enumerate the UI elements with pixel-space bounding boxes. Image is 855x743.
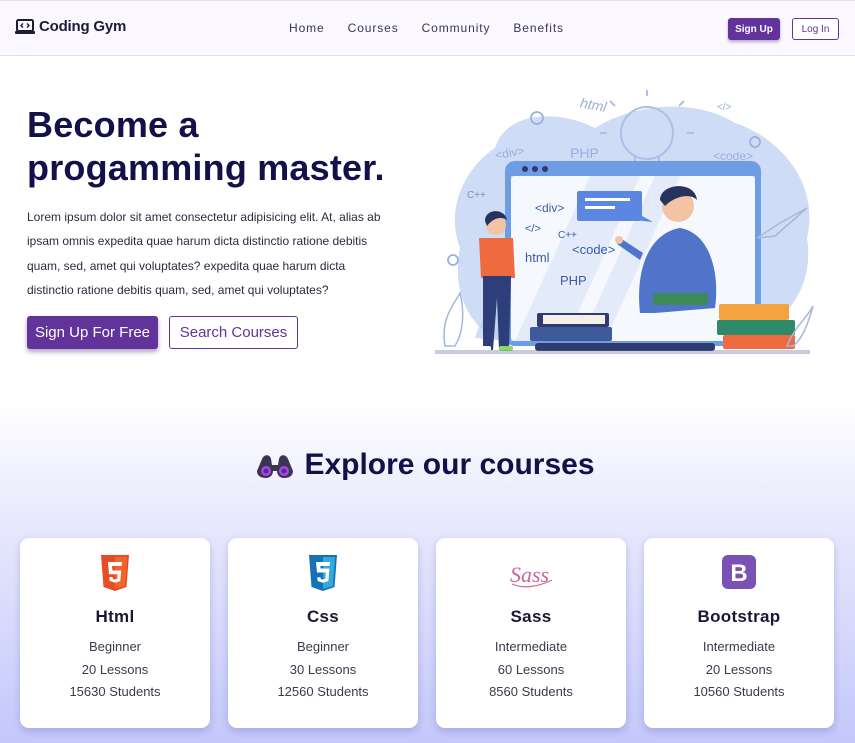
code-label: PHP bbox=[570, 145, 599, 161]
course-level: Intermediate bbox=[494, 639, 568, 654]
course-meta: Intermediate 20 Lessons 10560 Students bbox=[644, 636, 834, 704]
hero-title: Become a progamming master. bbox=[27, 103, 427, 189]
books-stack-left bbox=[530, 313, 612, 341]
binoculars-icon bbox=[257, 455, 294, 478]
course-meta: Beginner 30 Lessons 12560 Students bbox=[228, 636, 418, 704]
nav-link-benefits[interactable]: Benefits bbox=[513, 21, 564, 35]
course-title: Sass bbox=[510, 607, 552, 626]
course-level: Intermediate bbox=[702, 639, 776, 654]
nav-link-community[interactable]: Community bbox=[422, 21, 491, 35]
screen-code-label: <div> bbox=[535, 201, 564, 215]
code-label: </> bbox=[717, 102, 732, 113]
html5-icon bbox=[101, 555, 129, 591]
course-card-sass[interactable]: Sass Sass Intermediate 60 Lessons 8560 S… bbox=[436, 538, 626, 728]
course-students: 12560 Students bbox=[277, 684, 369, 700]
course-students: 8560 Students bbox=[489, 684, 573, 700]
course-card-bootstrap[interactable]: B Bootstrap Intermediate 20 Lessons 1056… bbox=[644, 538, 834, 728]
screen-code-label: <code> bbox=[572, 242, 615, 257]
section-title: Explore our courses bbox=[304, 448, 595, 481]
hero-title-line-2: progamming master. bbox=[27, 147, 385, 188]
course-title: Html bbox=[95, 607, 135, 626]
hero-description: Lorem ipsum dolor sit amet consectetur a… bbox=[27, 210, 381, 298]
course-meta: Intermediate 60 Lessons 8560 Students bbox=[436, 636, 626, 704]
course-level: Beginner bbox=[296, 639, 350, 654]
nav-links: Home Courses Community Benefits bbox=[289, 21, 564, 35]
code-label: html bbox=[579, 95, 609, 116]
screen-code-label: </> bbox=[525, 223, 541, 235]
course-card-css[interactable]: Css Beginner 30 Lessons 12560 Students bbox=[228, 538, 418, 728]
svg-text:B: B bbox=[730, 560, 747, 587]
nav-signup-button[interactable]: Sign Up bbox=[728, 18, 780, 40]
course-students: 10560 Students bbox=[693, 684, 785, 700]
course-lessons: 60 Lessons bbox=[497, 661, 565, 677]
course-card-html[interactable]: Html Beginner 20 Lessons 15630 Students bbox=[20, 538, 210, 728]
bootstrap-icon: B bbox=[722, 555, 756, 589]
course-lessons: 30 Lessons bbox=[289, 661, 357, 677]
screen-code-label: html bbox=[525, 250, 550, 265]
course-title: Css bbox=[306, 607, 340, 626]
books-stack-right bbox=[717, 304, 795, 349]
course-meta: Beginner 20 Lessons 15630 Students bbox=[20, 636, 210, 704]
nav-login-button[interactable]: Log In bbox=[792, 18, 839, 40]
course-students: 15630 Students bbox=[69, 684, 161, 700]
brand-logo[interactable]: Coding Gym bbox=[15, 18, 126, 35]
courses-heading: Explore our courses bbox=[0, 448, 855, 482]
course-lessons: 20 Lessons bbox=[81, 661, 149, 677]
course-lessons: 20 Lessons bbox=[705, 661, 773, 677]
hero-title-line-1: Become a bbox=[27, 104, 199, 145]
css3-icon bbox=[309, 555, 337, 591]
course-level: Beginner bbox=[88, 639, 142, 654]
navbar: Coding Gym Home Courses Community Benefi… bbox=[0, 0, 855, 56]
hero-illustration: html PHP <div> <code> </> C++ <div> </> … bbox=[435, 90, 814, 354]
screen-code-label: C++ bbox=[558, 230, 577, 241]
search-courses-button[interactable]: Search Courses bbox=[169, 316, 298, 349]
brand-name: Coding Gym bbox=[39, 18, 127, 35]
nav-link-courses[interactable]: Courses bbox=[348, 21, 399, 35]
code-label: C++ bbox=[467, 190, 486, 201]
screen-code-label: PHP bbox=[560, 273, 587, 288]
nav-link-home[interactable]: Home bbox=[289, 21, 325, 35]
code-label: <code> bbox=[713, 149, 753, 163]
sass-icon: Sass bbox=[510, 562, 553, 588]
signup-free-button[interactable]: Sign Up For Free bbox=[27, 316, 158, 349]
laptop-code-icon bbox=[15, 18, 35, 34]
course-title: Bootstrap bbox=[697, 607, 781, 626]
